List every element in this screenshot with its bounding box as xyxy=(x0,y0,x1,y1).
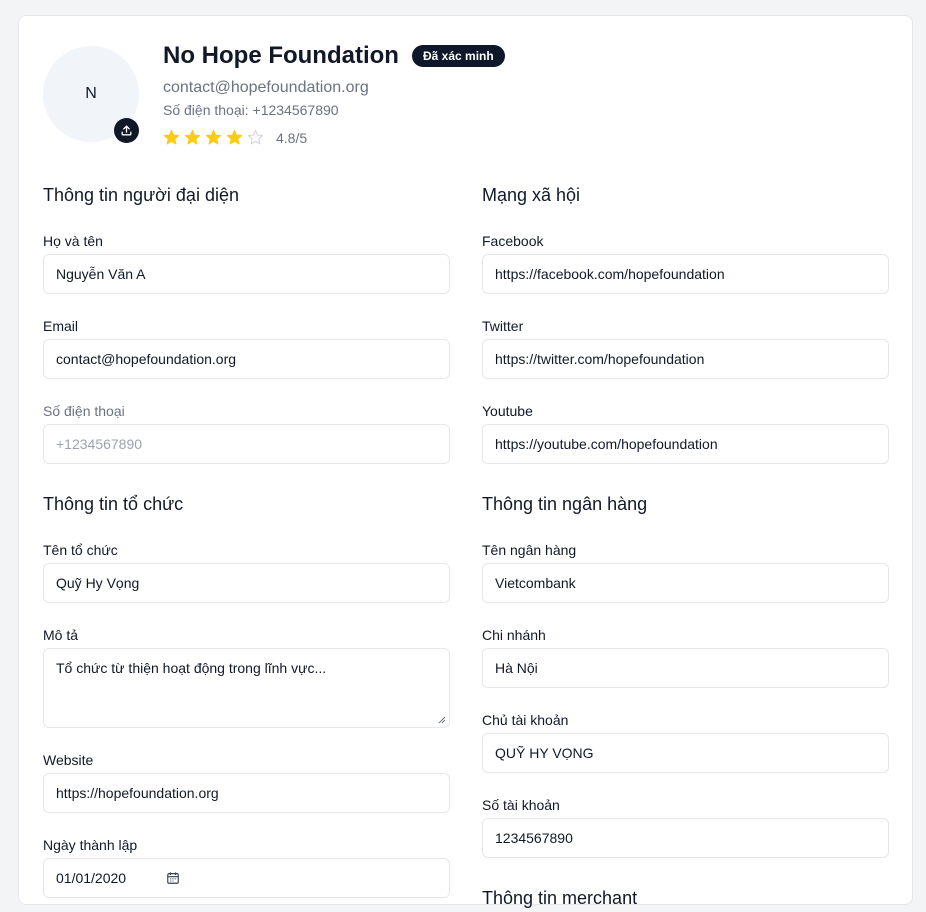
facebook-input[interactable]: https://facebook.com/hopefoundation xyxy=(482,254,889,294)
branch-input[interactable]: Hà Nội xyxy=(482,648,889,688)
rating-value: 4.8/5 xyxy=(276,129,308,146)
star-filled-icon xyxy=(184,129,201,145)
facebook-label: Facebook xyxy=(482,233,544,249)
account-number-input[interactable]: 1234567890 xyxy=(482,818,889,858)
header-email: contact@hopefoundation.org xyxy=(163,79,369,96)
description-text: Tổ chức từ thiện hoạt động trong lĩnh vự… xyxy=(56,660,327,676)
organization-name: No Hope Foundation xyxy=(163,42,399,69)
youtube-label: Youtube xyxy=(482,403,533,419)
phone-label: Số điện thoại xyxy=(43,403,125,419)
twitter-input[interactable]: https://twitter.com/hopefoundation xyxy=(482,339,889,379)
branch-label: Chi nhánh xyxy=(482,627,546,643)
bank-name-label: Tên ngân hàng xyxy=(482,542,577,558)
right-column: Mạng xã hội Facebook https://facebook.co… xyxy=(482,181,889,912)
website-label: Website xyxy=(43,752,94,768)
bank-name-input[interactable]: Vietcombank xyxy=(482,563,889,603)
rating: 4.8/5 xyxy=(163,129,307,146)
upload-icon xyxy=(121,125,132,136)
founded-date-label: Ngày thành lập xyxy=(43,837,138,853)
profile-card: N No Hope Foundation Đã xác minh contact… xyxy=(18,15,913,908)
star-filled-icon xyxy=(163,129,180,145)
organization-section-title: Thông tin tổ chức xyxy=(43,494,184,514)
description-textarea[interactable]: Tổ chức từ thiện hoạt động trong lĩnh vự… xyxy=(43,648,450,728)
header-phone: Số điện thoại: +1234567890 xyxy=(163,102,339,118)
calendar-icon[interactable] xyxy=(166,871,180,885)
resize-handle-icon[interactable] xyxy=(438,716,446,724)
org-name-label: Tên tổ chức xyxy=(43,542,118,558)
account-holder-label: Chủ tài khoản xyxy=(482,712,569,728)
full-name-label: Họ và tên xyxy=(43,233,103,249)
account-holder-input[interactable]: QUỸ HY VỌNG xyxy=(482,733,889,773)
star-empty-icon xyxy=(247,129,264,145)
star-filled-icon xyxy=(226,129,243,145)
bank-section-title: Thông tin ngân hàng xyxy=(482,494,648,514)
email-label: Email xyxy=(43,318,79,334)
upload-avatar-button[interactable] xyxy=(114,118,139,143)
header-phone-label: Số điện thoại: xyxy=(163,102,249,118)
left-column: Thông tin người đại diện Họ và tên Nguyễ… xyxy=(43,181,450,898)
full-name-input[interactable]: Nguyễn Văn A xyxy=(43,254,450,294)
founded-date-value: 01/01/2020 xyxy=(56,870,127,886)
youtube-input[interactable]: https://youtube.com/hopefoundation xyxy=(482,424,889,464)
email-input[interactable]: contact@hopefoundation.org xyxy=(43,339,450,379)
founded-date-input[interactable]: 01/01/2020 xyxy=(43,858,450,898)
star-filled-icon xyxy=(205,129,222,145)
rating-stars xyxy=(163,129,264,146)
website-input[interactable]: https://hopefoundation.org xyxy=(43,773,450,813)
avatar-initial: N xyxy=(85,85,97,102)
header-phone-value: +1234567890 xyxy=(252,102,339,118)
social-section-title: Mạng xã hội xyxy=(482,185,581,205)
merchant-section-title: Thông tin merchant xyxy=(482,888,638,908)
representative-section-title: Thông tin người đại diện xyxy=(43,185,239,205)
org-name-input[interactable]: Quỹ Hy Vọng xyxy=(43,563,450,603)
description-label: Mô tả xyxy=(43,627,79,643)
phone-input: +1234567890 xyxy=(43,424,450,464)
account-number-label: Số tài khoản xyxy=(482,797,560,813)
twitter-label: Twitter xyxy=(482,318,524,334)
verified-badge: Đã xác minh xyxy=(412,45,505,67)
